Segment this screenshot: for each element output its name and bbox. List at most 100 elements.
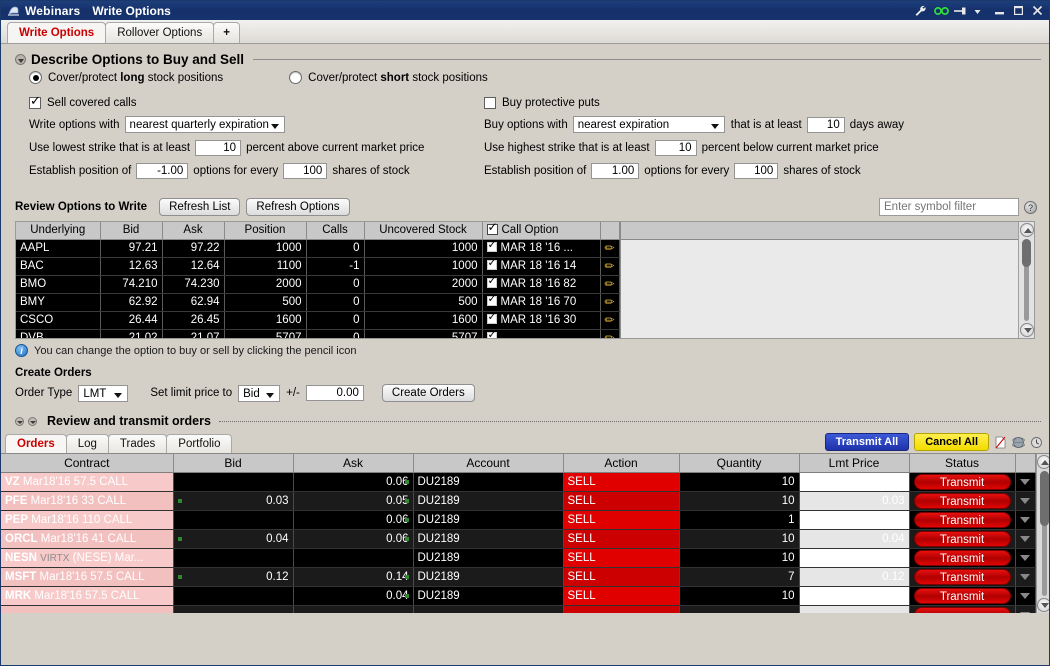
order-type-select[interactable]: LMT: [78, 384, 129, 402]
col-call-option[interactable]: ✓ Call Option: [482, 222, 601, 240]
cell-quantity[interactable]: 10: [679, 586, 800, 606]
pencil-icon[interactable]: ✏: [600, 257, 620, 276]
col-uncovered-stock[interactable]: Uncovered Stock: [364, 222, 483, 240]
row-dropdown-icon[interactable]: [1015, 548, 1036, 568]
tab-portfolio[interactable]: Portfolio: [166, 434, 233, 453]
collapse-toggle-icon-2[interactable]: [28, 416, 37, 426]
cell-lmt-price[interactable]: 0.07: [799, 548, 910, 568]
position-options-left-input[interactable]: -1.00: [136, 163, 189, 179]
cell-action[interactable]: SELL: [563, 529, 680, 549]
cell-quantity[interactable]: [679, 605, 800, 613]
cell-lmt-price[interactable]: 0.12: [799, 567, 910, 587]
cell-action[interactable]: SELL: [563, 472, 680, 492]
scroll-up-icon[interactable]: [1037, 455, 1049, 469]
minimize-button[interactable]: [993, 4, 1006, 17]
cell-quantity[interactable]: 10: [679, 548, 800, 568]
cell-call-option[interactable]: ✓ MAR 18 '16 70: [482, 293, 601, 312]
cell-lmt-price[interactable]: 0.04: [799, 586, 910, 606]
transmit-button[interactable]: Transmit: [913, 549, 1011, 566]
checkbox-sell-covered-calls[interactable]: [29, 94, 41, 109]
orders-grid-scrollbar[interactable]: [1035, 454, 1049, 613]
transmit-button[interactable]: Transmit: [913, 568, 1011, 585]
tab-trades[interactable]: Trades: [107, 434, 168, 453]
cell-lmt-price[interactable]: 0.03: [799, 491, 910, 511]
position-options-right-input[interactable]: 1.00: [591, 163, 640, 179]
table-row[interactable]: BMO 74.210 74.230 2000 0 2000 ✓ MAR 18 '1…: [16, 275, 620, 294]
scroll-thumb[interactable]: [1039, 471, 1049, 526]
col-bid[interactable]: Bid: [100, 222, 163, 240]
table-row[interactable]: DVB 21.02 21.07 5707 0 5707 ✓ ✏: [16, 329, 620, 338]
col-calls[interactable]: Calls: [306, 222, 365, 240]
link-chain-icon[interactable]: [933, 4, 949, 18]
highest-strike-input[interactable]: 10: [654, 140, 697, 156]
row-dropdown-icon[interactable]: [1015, 586, 1036, 606]
table-row[interactable]: MSFT Mar18'16 57.5 CALL 0.12 0.14 DU2189…: [1, 567, 1036, 587]
pencil-icon[interactable]: ✏: [600, 275, 620, 294]
row-checkbox[interactable]: ✓: [486, 293, 497, 306]
cell-quantity[interactable]: 10: [679, 472, 800, 492]
radio-cover-long[interactable]: [29, 71, 42, 84]
wrench-icon[interactable]: [913, 4, 928, 18]
collapse-toggle-icon[interactable]: [15, 54, 26, 65]
radio-cover-short[interactable]: [289, 71, 303, 84]
transmit-button[interactable]: Transmit: [913, 587, 1011, 604]
table-row[interactable]: VZ Mar18'16 57.5 CALL 0.06 DU2189 SELL 1…: [1, 472, 1036, 492]
cell-lmt-price[interactable]: [799, 605, 910, 613]
transmit-button[interactable]: Transmit: [913, 473, 1011, 490]
page-icon[interactable]: [994, 436, 1007, 449]
col-order-bid[interactable]: Bid: [173, 454, 294, 473]
cell-call-option[interactable]: ✓ MAR 18 '16 30: [482, 311, 601, 330]
pencil-icon[interactable]: ✏: [600, 329, 620, 338]
transmit-button[interactable]: Transmit: [913, 511, 1011, 528]
col-order-ask[interactable]: Ask: [293, 454, 414, 473]
col-lmt-price[interactable]: Lmt Price: [799, 454, 910, 473]
row-dropdown-icon[interactable]: [1015, 567, 1036, 587]
transmit-button[interactable]: Transmit: [913, 492, 1011, 509]
scroll-up-icon[interactable]: [1019, 223, 1034, 237]
cell-call-option[interactable]: ✓ MAR 18 '16 82: [482, 275, 601, 294]
pencil-icon[interactable]: ✏: [600, 311, 620, 330]
header-checkbox-call-option[interactable]: ✓: [486, 222, 498, 236]
table-row[interactable]: AAPL 97.21 97.22 1000 0 1000 ✓ MAR 18 '16…: [16, 239, 620, 258]
tab-rollover-options[interactable]: Rollover Options: [105, 22, 215, 43]
transmit-all-button[interactable]: Transmit All: [824, 433, 910, 451]
create-orders-button[interactable]: Create Orders: [381, 384, 475, 402]
table-row[interactable]: ORCL Mar18'16 41 CALL 0.04 0.06 DU2189 S…: [1, 529, 1036, 549]
col-position[interactable]: Position: [224, 222, 307, 240]
cell-action[interactable]: SELL: [563, 491, 680, 511]
help-icon[interactable]: ?: [1024, 200, 1037, 214]
cell-action[interactable]: SELL: [563, 567, 680, 587]
table-row[interactable]: NESN VIRTX (NESE) Mar... DU2189 SELL 10 …: [1, 548, 1036, 568]
row-dropdown-icon[interactable]: [1015, 491, 1036, 511]
pencil-icon[interactable]: ✏: [600, 293, 620, 312]
limit-offset-input[interactable]: 0.00: [305, 385, 364, 401]
cell-action[interactable]: SELL: [563, 510, 680, 530]
cell-lmt-price[interactable]: 0.06: [799, 472, 910, 492]
col-quantity[interactable]: Quantity: [679, 454, 800, 473]
row-checkbox[interactable]: ✓: [486, 311, 497, 324]
position-shares-left-input[interactable]: 100: [283, 163, 328, 179]
cell-lmt-price[interactable]: 0.06: [799, 510, 910, 530]
table-row[interactable]: BAC 12.63 12.64 1100 -1 1000 ✓ MAR 18 '16…: [16, 257, 620, 276]
row-dropdown-icon[interactable]: [1015, 472, 1036, 492]
row-dropdown-icon[interactable]: [1015, 605, 1036, 613]
clock-icon[interactable]: [1030, 436, 1043, 449]
row-dropdown-icon[interactable]: [1015, 529, 1036, 549]
cell-call-option[interactable]: ✓ MAR 18 '16 ...: [482, 239, 601, 258]
scroll-thumb[interactable]: [1022, 239, 1031, 267]
scroll-down-icon[interactable]: [1019, 323, 1034, 337]
refresh-list-button[interactable]: Refresh List: [159, 198, 241, 216]
position-shares-right-input[interactable]: 100: [734, 163, 779, 179]
days-away-input[interactable]: 10: [806, 116, 845, 133]
scroll-track[interactable]: [1022, 239, 1031, 321]
col-underlying[interactable]: Underlying: [16, 222, 101, 240]
refresh-options-button[interactable]: Refresh Options: [246, 198, 350, 216]
options-grid-scrollbar[interactable]: [1018, 222, 1034, 338]
maximize-button[interactable]: [1012, 4, 1025, 17]
caret-down-icon[interactable]: [973, 4, 982, 18]
row-dropdown-icon[interactable]: [1015, 510, 1036, 530]
pencil-icon[interactable]: ✏: [600, 239, 620, 258]
expand-toggle-icon[interactable]: [15, 416, 24, 426]
lowest-strike-input[interactable]: 10: [195, 140, 242, 156]
limit-reference-select[interactable]: Bid: [238, 384, 281, 402]
